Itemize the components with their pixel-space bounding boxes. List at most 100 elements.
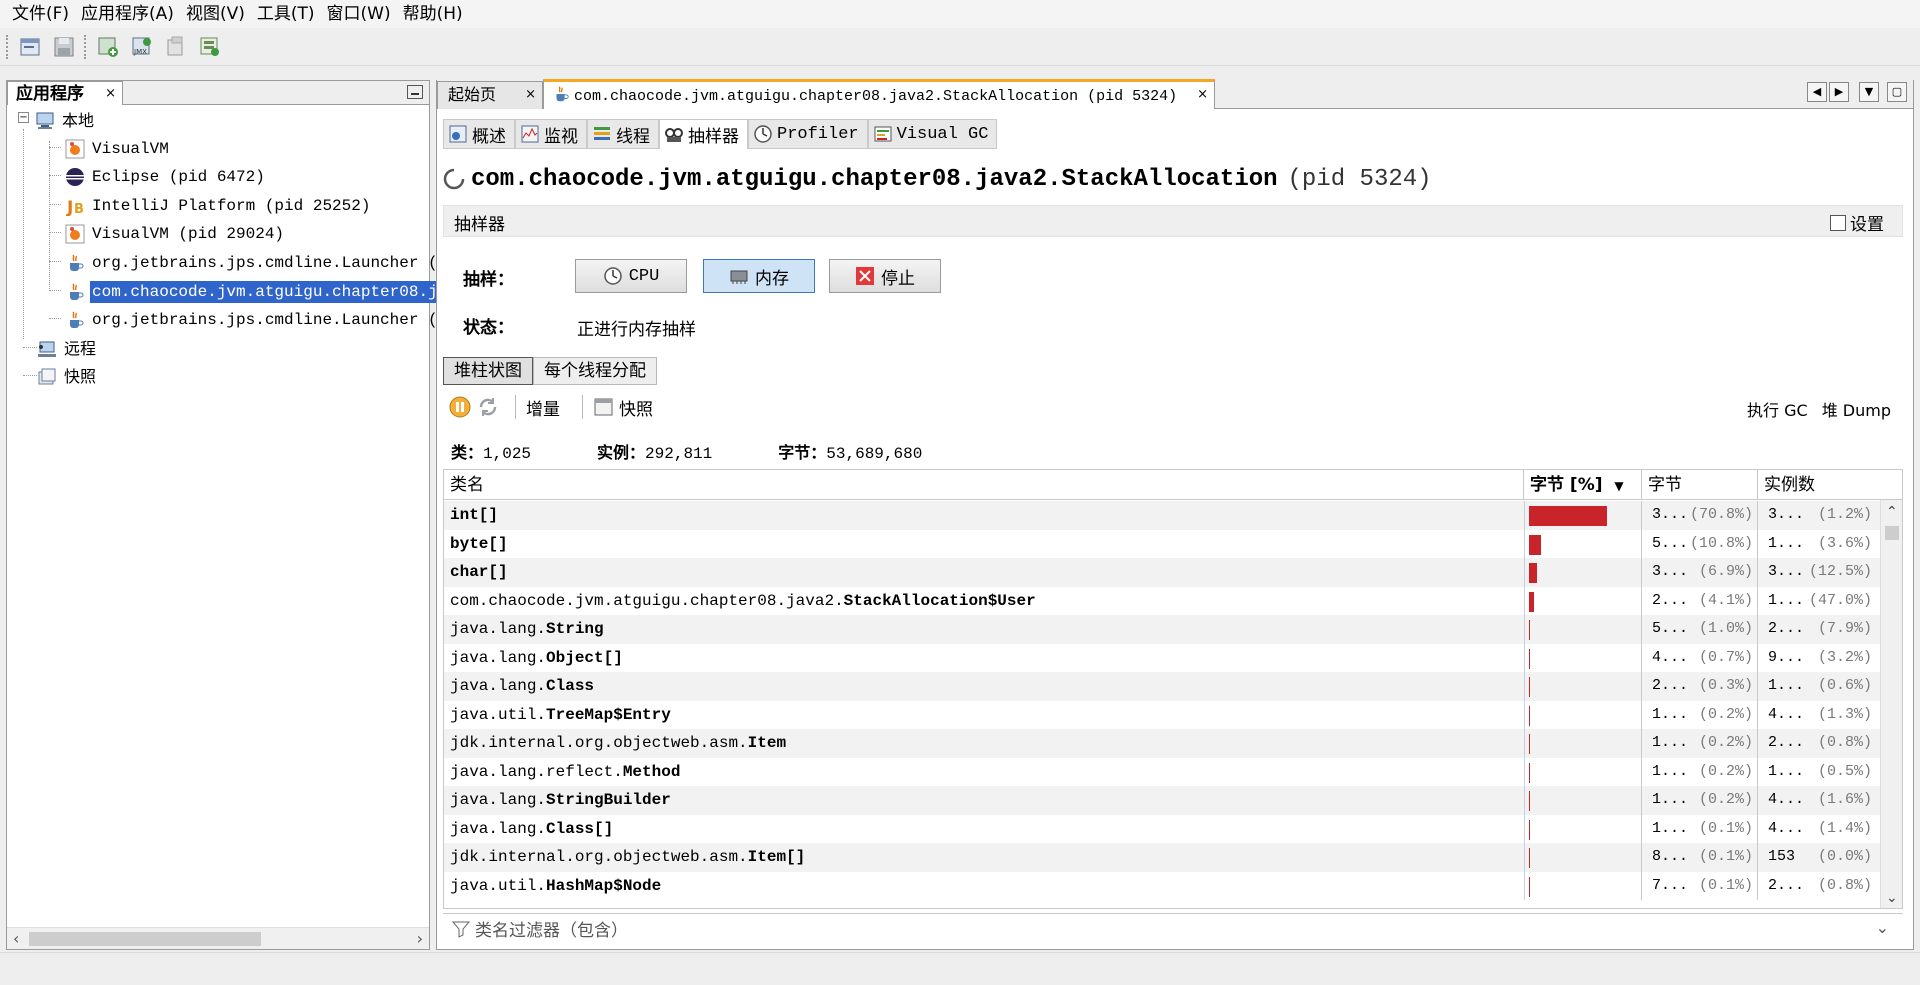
perform-gc-button[interactable]: 执行 GC — [1747, 397, 1808, 421]
add-remote-icon[interactable]: JMX — [128, 33, 156, 61]
table-row[interactable]: com.chaocode.jvm.atguigu.chapter08.java2… — [444, 586, 1902, 615]
tab-stackallocation[interactable]: com.chaocode.jvm.atguigu.chapter08.java2… — [543, 79, 1215, 109]
tab-per-thread-allocations[interactable]: 每个线程分配 — [533, 357, 657, 385]
minimize-icon[interactable] — [407, 85, 423, 99]
toolbar-grip-2[interactable] — [84, 34, 88, 59]
save-icon[interactable] — [50, 33, 78, 61]
tab-overview-label: 概述 — [472, 126, 506, 147]
class-filter-bar[interactable]: 类名过滤器（包含） ⌄ — [443, 913, 1903, 943]
tab-scroll-left-icon[interactable]: ◀ — [1807, 82, 1827, 102]
instances-value: 1... — [1768, 591, 1805, 609]
instances-value: 153 — [1768, 848, 1796, 865]
table-row[interactable]: jdk.internal.org.objectweb.asm.Item[] 8..… — [444, 843, 1902, 872]
applications-tab[interactable]: 应用程序 × — [7, 81, 123, 105]
instances-cell: 1... (0.5%) — [1758, 758, 1876, 787]
refresh-icon[interactable] — [477, 396, 499, 418]
class-filter-input[interactable]: 类名过滤器（包含） — [475, 916, 628, 941]
class-name-cell: java.lang.StringBuilder — [450, 786, 1530, 815]
bytes-percent: (0.1%) — [1698, 876, 1753, 894]
tree-node-launcher-2[interactable]: org.jetbrains.jps.cmdline.Launcher (p — [65, 308, 449, 332]
scroll-thumb[interactable] — [1885, 526, 1899, 540]
heap-dump-button[interactable]: 堆 Dump — [1822, 397, 1891, 421]
scroll-down-icon[interactable]: ⌄ — [1886, 890, 1898, 906]
table-row[interactable]: java.lang.StringBuilder 1... (0.2%) 4... (1.… — [444, 786, 1902, 815]
tree-node-local[interactable]: 本地 — [35, 109, 96, 133]
tree-item-label: org.jetbrains.jps.cmdline.Launcher (p — [92, 311, 448, 329]
memory-button[interactable]: 内存 — [703, 259, 815, 293]
column-class-name[interactable]: 类名 — [444, 470, 1524, 500]
table-row[interactable]: int[] 3... (70.8%) 3... (1.2%) — [444, 501, 1902, 530]
tab-sampler[interactable]: 抽样器 — [659, 119, 748, 149]
close-icon[interactable]: × — [105, 82, 116, 106]
scroll-left-icon[interactable]: ‹ — [13, 929, 19, 948]
horizontal-scrollbar[interactable]: ‹ › — [7, 927, 429, 949]
table-row[interactable]: jdk.internal.org.objectweb.asm.Item 1... (… — [444, 729, 1902, 758]
maximize-icon[interactable]: ▢ — [1887, 82, 1907, 102]
stop-button[interactable]: 停止 — [829, 259, 941, 293]
tab-threads[interactable]: 线程 — [587, 119, 659, 149]
tab-heap-histogram[interactable]: 堆柱状图 — [443, 357, 533, 385]
menu-item-4[interactable]: 窗口(W) — [321, 0, 397, 28]
add-snapshot-icon[interactable] — [196, 33, 224, 61]
instances-cell: 4... (1.3%) — [1758, 701, 1876, 730]
tree-node-visualvm-pid[interactable]: VisualVM (pid 29024) — [65, 222, 286, 246]
vertical-scrollbar[interactable]: ⌃ ⌄ — [1880, 500, 1902, 908]
tab-monitor[interactable]: 监视 — [515, 119, 587, 149]
pause-icon[interactable] — [449, 396, 471, 418]
tab-threads-label: 线程 — [616, 126, 650, 147]
add-jmx-icon[interactable] — [94, 33, 122, 61]
scroll-up-icon[interactable]: ⌃ — [1886, 504, 1898, 520]
settings-checkbox[interactable]: 设置 — [1830, 210, 1884, 235]
bytes-percent-bar-cell — [1524, 814, 1642, 843]
column-bytes[interactable]: 字节 — [1642, 470, 1758, 500]
close-icon[interactable]: × — [1197, 82, 1208, 108]
tree-node-remote[interactable]: 远程 — [37, 337, 98, 361]
filter-dropdown-icon[interactable]: ⌄ — [1876, 918, 1889, 937]
tree-node-visualvm[interactable]: VisualVM — [65, 137, 171, 161]
snapshot-button[interactable]: 快照 — [593, 395, 653, 420]
scroll-thumb[interactable] — [29, 932, 261, 946]
tree-node-eclipse[interactable]: Eclipse (pid 6472) — [65, 165, 267, 189]
table-row[interactable]: java.lang.String 5... (1.0%) 2... (7.9%) — [444, 615, 1902, 644]
instances-percent: (3.2%) — [1817, 648, 1872, 666]
tab-profiler[interactable]: Profiler — [748, 119, 868, 149]
toolbar-grip[interactable] — [6, 34, 10, 59]
computer-icon — [36, 112, 54, 129]
menu-item-2[interactable]: 视图(V) — [180, 0, 251, 28]
table-row[interactable]: char[] 3... (6.9%) 3... (12.5%) — [444, 558, 1902, 587]
table-row[interactable]: java.lang.Object[] 4... (0.7%) 9... (3.2%) — [444, 643, 1902, 672]
tab-overview[interactable]: 概述 — [443, 119, 515, 149]
collapse-local-icon[interactable]: − — [18, 112, 29, 123]
bytes-cell: 4... (0.7%) — [1642, 643, 1758, 672]
tab-start-page[interactable]: 起始页 × — [437, 81, 543, 109]
menu-item-5[interactable]: 帮助(H) — [397, 0, 469, 28]
tree-node-snapshots[interactable]: 快照 — [37, 365, 98, 389]
cpu-button[interactable]: CPU — [575, 259, 687, 293]
table-row[interactable]: java.lang.Class[] 1... (0.1%) 4... (1.4%) — [444, 814, 1902, 843]
column-bytes-percent[interactable]: 字节 [%] ▼ — [1524, 470, 1642, 500]
menu-item-3[interactable]: 工具(T) — [251, 0, 321, 28]
menu-item-1[interactable]: 应用程序(A) — [75, 0, 180, 28]
add-coredump-icon[interactable] — [162, 33, 190, 61]
delta-toggle[interactable]: 增量 — [526, 395, 560, 420]
tab-scroll-right-icon[interactable]: ▶ — [1829, 82, 1849, 102]
tree-node-stackallocation[interactable]: com.chaocode.jvm.atguigu.chapter08.ja — [65, 280, 450, 304]
table-row[interactable]: java.lang.reflect.Method 1... (0.2%) 1... (0… — [444, 757, 1902, 787]
table-row[interactable]: java.util.HashMap$Node 7... (0.1%) 2... (0.8… — [444, 871, 1902, 900]
instances-percent: (0.0%) — [1817, 848, 1872, 865]
table-row[interactable]: java.util.TreeMap$Entry 1... (0.2%) 4... (1.… — [444, 700, 1902, 730]
checkbox-box[interactable] — [1830, 214, 1846, 231]
tab-list-dropdown-icon[interactable]: ▼ — [1859, 82, 1879, 102]
tree-node-intellij[interactable]: JB IntelliJ Platform (pid 25252) — [65, 194, 372, 218]
column-instances[interactable]: 实例数 — [1758, 470, 1882, 500]
scroll-right-icon[interactable]: › — [417, 929, 423, 948]
tab-visual-gc[interactable]: Visual GC — [867, 119, 998, 149]
profiler-icon — [754, 125, 772, 143]
table-row[interactable]: java.lang.Class 2... (0.3%) 1... (0.6%) — [444, 672, 1902, 701]
menu-item-0[interactable]: 文件(F) — [6, 0, 75, 28]
open-app-icon[interactable] — [16, 33, 44, 61]
close-icon[interactable]: × — [525, 82, 536, 108]
table-row[interactable]: byte[] 5... (10.8%) 1... (3.6%) — [444, 529, 1902, 558]
tree-node-launcher-1[interactable]: org.jetbrains.jps.cmdline.Launcher (p — [65, 251, 449, 275]
tab-start-page-label: 起始页 — [448, 85, 497, 104]
